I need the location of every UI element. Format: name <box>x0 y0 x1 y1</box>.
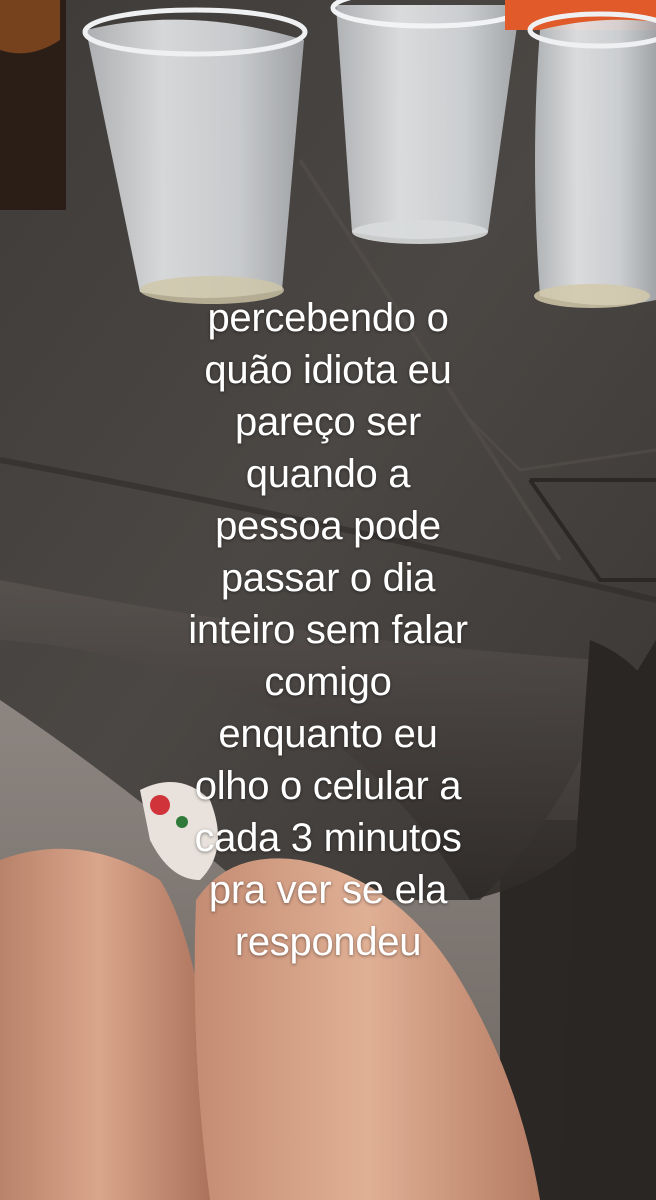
caption-line: pessoa pode <box>215 504 441 548</box>
story-caption: percebendo o quão idiota eu pareço ser q… <box>0 292 656 968</box>
caption-line: cada 3 minutos <box>194 816 462 860</box>
caption-line: pareço ser <box>235 400 421 444</box>
caption-line: pra ver se ela <box>208 868 448 912</box>
caption-line: quão idiota eu <box>204 348 452 392</box>
caption-line: olho o celular a <box>194 764 462 808</box>
caption-line: respondeu <box>234 920 422 964</box>
story-photo: percebendo o quão idiota eu pareço ser q… <box>0 0 656 1200</box>
caption-line: enquanto eu <box>218 712 438 756</box>
caption-line: inteiro sem falar <box>188 608 468 652</box>
caption-line: percebendo o <box>207 296 449 340</box>
caption-line: comigo <box>264 660 392 704</box>
caption-line: quando a <box>245 452 411 496</box>
caption-line: passar o dia <box>220 556 436 600</box>
